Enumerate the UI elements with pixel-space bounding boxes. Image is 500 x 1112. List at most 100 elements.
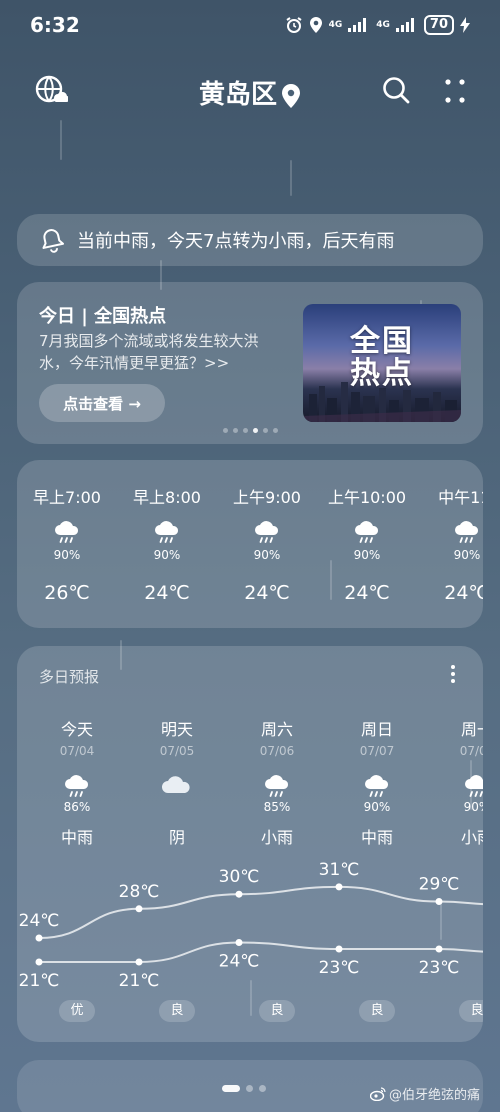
hour-time: 上午10:00 <box>327 488 407 507</box>
air-quality-badge: 良 <box>159 1000 195 1022</box>
day-date: 07/04 <box>59 744 95 758</box>
hour-temp: 24℃ <box>144 582 190 604</box>
day-name: 周六 <box>260 720 293 739</box>
alarm-icon <box>286 17 302 33</box>
day-date: 07/08 <box>459 744 483 758</box>
carousel-dot <box>253 428 258 433</box>
bell-icon <box>42 229 65 253</box>
battery-level: 70 <box>423 15 454 35</box>
hourly-item: 上午10:00 90% 24℃ <box>317 460 417 628</box>
hour-temp: 24℃ <box>244 582 290 604</box>
daily-item: 周六 07/06 85% 小雨良 <box>227 646 327 1042</box>
location-status-icon <box>309 17 322 33</box>
location-name: 黄岛区 <box>198 80 277 110</box>
view-button[interactable]: 点击查看 → <box>39 384 165 422</box>
search-icon[interactable] <box>380 74 412 106</box>
hour-time: 早上7:00 <box>33 488 101 507</box>
location-pin-icon <box>282 83 300 108</box>
carousel-dot <box>243 428 248 433</box>
daily-item: 周一 07/08 90% 小雨良 <box>427 646 483 1042</box>
cloud-rain-icon <box>155 521 179 543</box>
daily-item: 今天 07/04 86% 中雨优 <box>27 646 127 1042</box>
daily-forecast-card[interactable]: 多日预报 24℃ 21℃ 28℃ 21℃ 30℃ 24℃ 31℃ 23℃ 29℃ 23℃ 今天 07… <box>17 646 483 1042</box>
hour-precip: 90% <box>353 548 381 562</box>
hour-precip: 90% <box>53 548 81 562</box>
air-quality-badge: 良 <box>259 1000 295 1022</box>
day-precip: 86% <box>63 800 91 814</box>
cloud-icon <box>162 776 190 793</box>
news-title: 今日 | 全国热点 <box>39 306 167 327</box>
network-label-2: 4G <box>376 20 390 30</box>
cloud-rain-icon <box>65 775 89 797</box>
thumb-label: 全国 热点 <box>303 326 461 390</box>
day-name: 明天 <box>160 720 193 739</box>
day-condition: 中雨 <box>60 828 93 847</box>
news-thumbnail[interactable]: 全国 热点 <box>303 304 461 422</box>
cloud-rain-icon <box>355 521 379 543</box>
day-condition: 阴 <box>168 828 185 847</box>
watermark-text: @伯牙绝弦的痛 <box>389 1088 481 1103</box>
thumb-label-line-1: 全国 <box>350 324 414 359</box>
carousel-dot <box>273 428 278 433</box>
carousel-dot <box>223 428 228 433</box>
cloud-rain-icon <box>365 775 389 797</box>
page-dot <box>259 1085 266 1092</box>
hour-temp: 26℃ <box>44 582 90 604</box>
hour-time: 上午9:00 <box>233 488 301 507</box>
cloud-rain-icon <box>265 775 289 797</box>
weibo-logo-icon <box>370 1086 386 1101</box>
carousel-dot <box>233 428 238 433</box>
air-quality-badge: 良 <box>459 1000 483 1022</box>
status-icons: 4G 4G 70 <box>285 15 470 35</box>
hour-time: 早上8:00 <box>133 488 201 507</box>
hour-temp: 24℃ <box>344 582 390 604</box>
day-precip: 90% <box>463 800 483 814</box>
day-condition: 小雨 <box>260 828 293 847</box>
charging-icon <box>460 17 470 33</box>
signal-icon-2 <box>395 18 414 32</box>
day-name: 周日 <box>360 720 393 739</box>
daily-item: 明天 07/05 阴良 <box>127 646 227 1042</box>
more-options-icon[interactable] <box>438 74 472 108</box>
weather-alert-card[interactable]: 当前中雨，今天7点转为小雨，后天有雨 <box>17 214 483 266</box>
day-precip: 90% <box>363 800 391 814</box>
network-label-1: 4G <box>328 20 343 30</box>
day-date: 07/07 <box>359 744 395 758</box>
cloud-rain-icon <box>55 521 79 543</box>
news-desc: 7月我国多个流域或将发生较大洪水，今年汛情更早更猛？>> <box>39 332 259 372</box>
status-time: 6:32 <box>30 13 80 37</box>
hourly-item: 早上7:00 90% 26℃ <box>17 460 117 628</box>
day-date: 07/06 <box>259 744 295 758</box>
signal-icon <box>348 18 367 32</box>
day-condition: 小雨 <box>460 828 483 847</box>
air-quality-badge: 良 <box>359 1000 395 1022</box>
carousel-dots <box>223 428 278 433</box>
day-precip: 85% <box>263 800 291 814</box>
hourly-item: 中午11: 90% 24℃ <box>417 460 483 628</box>
hourly-item: 上午9:00 90% 24℃ <box>217 460 317 628</box>
alert-text: 当前中雨，今天7点转为小雨，后天有雨 <box>77 231 395 252</box>
cloud-rain-icon <box>455 521 479 543</box>
page-indicator <box>222 1085 266 1092</box>
hourly-item: 早上8:00 90% 24℃ <box>117 460 217 628</box>
cloud-rain-icon <box>465 775 483 797</box>
hot-news-card[interactable]: 今日 | 全国热点 7月我国多个流域或将发生较大洪水，今年汛情更早更猛？>> 点… <box>17 282 483 444</box>
carousel-dot <box>263 428 268 433</box>
hour-precip: 90% <box>153 548 181 562</box>
hourly-forecast-card[interactable]: 早上7:00 90% 26℃ 早上8:00 90% 24℃ 上午9:00 90% 24℃ 上午10… <box>17 460 483 628</box>
hour-precip: 90% <box>453 548 481 562</box>
day-condition: 中雨 <box>360 828 393 847</box>
air-quality-badge: 优 <box>59 1000 95 1022</box>
location-title[interactable]: 黄岛区 <box>0 74 500 111</box>
day-name: 今天 <box>60 720 93 739</box>
hour-precip: 90% <box>253 548 281 562</box>
hour-temp: 24℃ <box>444 582 483 604</box>
status-bar: 6:32 4G 4G 70 <box>0 0 500 52</box>
hour-time: 中午11: <box>438 488 483 507</box>
day-date: 07/05 <box>159 744 195 758</box>
page-dot <box>246 1085 253 1092</box>
page-dot <box>222 1085 240 1092</box>
day-name: 周一 <box>460 720 483 739</box>
cloud-rain-icon <box>255 521 279 543</box>
header: 黄岛区 <box>0 66 500 116</box>
